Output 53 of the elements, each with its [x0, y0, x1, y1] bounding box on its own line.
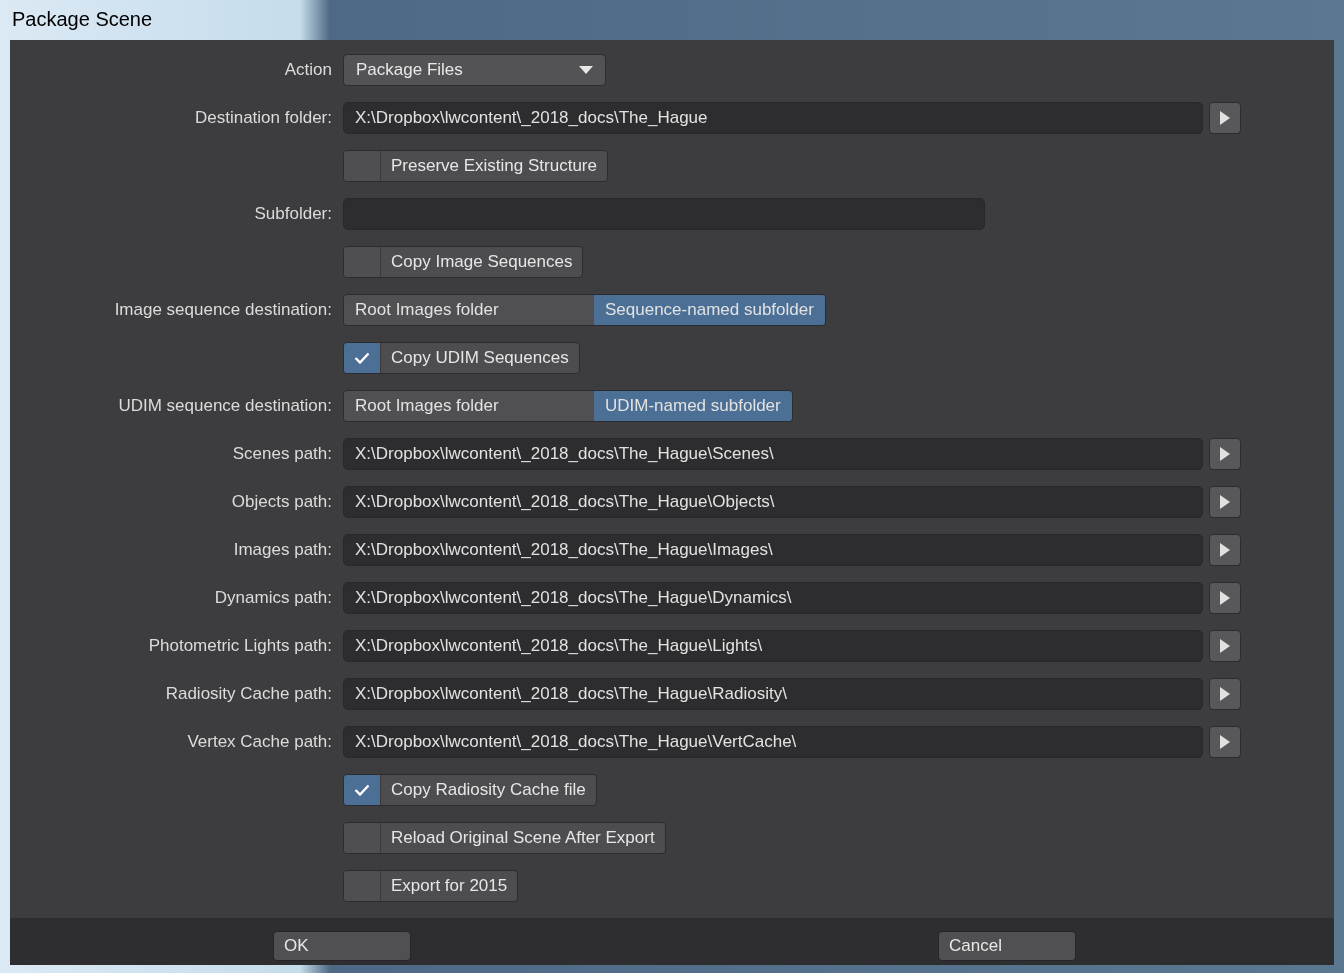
browse-button[interactable]: [1209, 629, 1241, 662]
segment-option[interactable]: Root Images folder: [344, 390, 594, 421]
field-label: Image sequence destination:: [114, 299, 332, 319]
segment-option[interactable]: UDIM-named subfolder: [594, 390, 792, 421]
path-field[interactable]: X:\Dropbox\lwcontent\_2018_docs\The_Hague\Scenes\: [343, 437, 1203, 470]
checkbox-button[interactable]: Reload Original Scene After Export: [343, 821, 666, 854]
path-field[interactable]: X:\Dropbox\lwcontent\_2018_docs\The_Hague\Dynamics\: [343, 581, 1203, 614]
field-label: Destination folder:: [194, 107, 332, 127]
play-icon: [1220, 734, 1230, 749]
path-field[interactable]: X:\Dropbox\lwcontent\_2018_docs\The_Hague\Lights\: [343, 629, 1203, 662]
play-icon: [1220, 446, 1230, 461]
checkbox-button[interactable]: Copy UDIM Sequences: [343, 341, 580, 374]
checkbox-button[interactable]: Copy Radiosity Cache file: [343, 773, 597, 806]
checkmark-icon: [354, 351, 370, 364]
path-field[interactable]: X:\Dropbox\lwcontent\_2018_docs\The_Hague: [343, 101, 1203, 134]
play-icon: [1220, 494, 1230, 509]
play-icon: [1220, 590, 1230, 605]
caret-icon: [579, 65, 593, 74]
segment-option[interactable]: Root Images folder: [344, 294, 594, 325]
field-label: Objects path:: [231, 491, 332, 511]
path-field[interactable]: X:\Dropbox\lwcontent\_2018_docs\The_Hague\Images\: [343, 533, 1203, 566]
path-field[interactable]: X:\Dropbox\lwcontent\_2018_docs\The_Hague\Objects\: [343, 485, 1203, 518]
browse-button[interactable]: [1209, 533, 1241, 566]
checkbox-button[interactable]: Copy Image Sequences: [343, 245, 584, 278]
field-label: UDIM sequence destination:: [118, 395, 332, 415]
action-dropdown[interactable]: Package Files: [343, 53, 606, 86]
browse-button[interactable]: [1209, 677, 1241, 710]
checkmark-icon: [354, 783, 370, 796]
play-icon: [1220, 542, 1230, 557]
segment-option[interactable]: Sequence-named subfolder: [594, 294, 825, 325]
browse-button[interactable]: [1209, 485, 1241, 518]
window-title: Package Scene: [11, 8, 153, 32]
field-label: Scenes path:: [232, 443, 332, 463]
play-icon: [1220, 686, 1230, 701]
ok-button[interactable]: OK: [273, 930, 411, 961]
browse-button[interactable]: [1209, 725, 1241, 758]
field-label: Action: [284, 59, 332, 79]
checkbox-button[interactable]: Preserve Existing Structure: [343, 149, 608, 182]
field-label: Images path:: [233, 539, 332, 559]
play-icon: [1220, 638, 1230, 653]
field-label: Dynamics path:: [214, 587, 332, 607]
field-label: Photometric Lights path:: [148, 635, 332, 655]
field-label: Radiosity Cache path:: [165, 683, 332, 703]
field-label: Vertex Cache path:: [187, 731, 332, 751]
checkbox-button[interactable]: Export for 2015: [343, 869, 519, 902]
browse-button[interactable]: [1209, 437, 1241, 470]
cancel-button[interactable]: Cancel: [938, 930, 1076, 961]
path-field[interactable]: X:\Dropbox\lwcontent\_2018_docs\The_Hague\Radiosity\: [343, 677, 1203, 710]
play-icon: [1220, 110, 1230, 125]
browse-button[interactable]: [1209, 101, 1241, 134]
field-label: Subfolder:: [254, 203, 332, 223]
browse-button[interactable]: [1209, 581, 1241, 614]
path-field[interactable]: X:\Dropbox\lwcontent\_2018_docs\The_Hague\VertCache\: [343, 725, 1203, 758]
